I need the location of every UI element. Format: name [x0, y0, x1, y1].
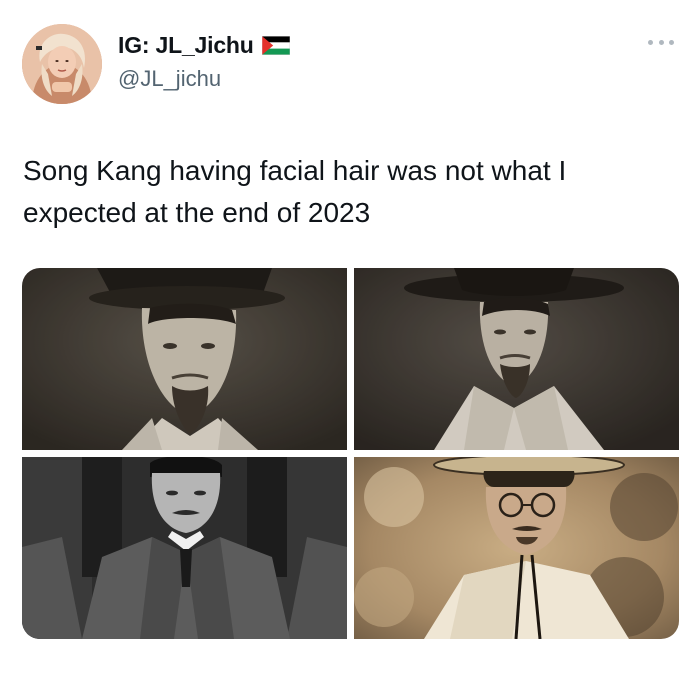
- photo-3[interactable]: [22, 457, 347, 639]
- photo-2[interactable]: [354, 268, 679, 450]
- more-dots-icon[interactable]: [648, 36, 674, 48]
- avatar-icon: [22, 24, 102, 104]
- tweet-card: IG: JL_Jichu @JL_jichu Song Kang having …: [0, 0, 700, 673]
- tweet-text: Song Kang having facial hair was not wha…: [23, 155, 567, 228]
- user-handle[interactable]: @JL_jichu: [118, 66, 221, 92]
- palestine-flag-icon: [261, 36, 290, 55]
- photo-1[interactable]: [22, 268, 347, 450]
- avatar[interactable]: [22, 24, 102, 104]
- photo-4[interactable]: [354, 457, 679, 639]
- media-grid: [22, 268, 679, 639]
- display-name-text: IG: JL_Jichu: [118, 32, 254, 58]
- display-name[interactable]: IG: JL_Jichu: [118, 32, 290, 59]
